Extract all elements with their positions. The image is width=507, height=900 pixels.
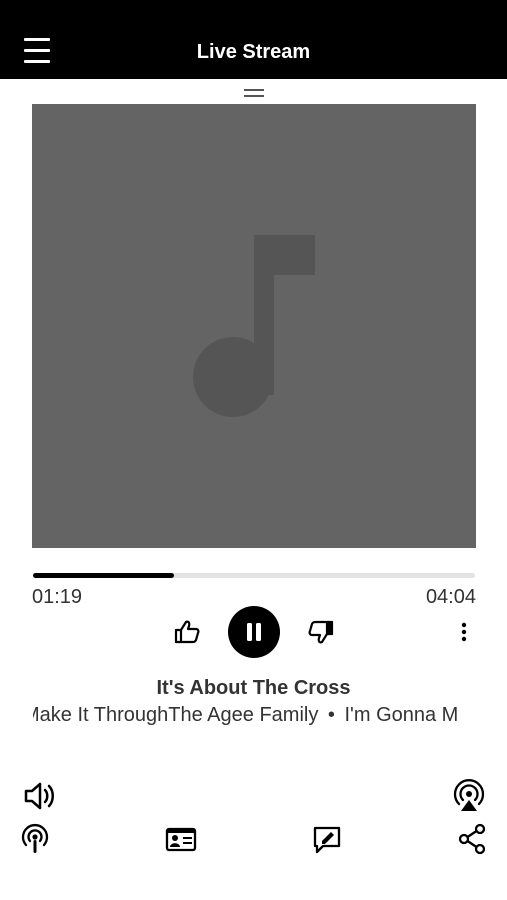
more-vertical-icon xyxy=(461,622,467,642)
thumbs-down-icon xyxy=(308,620,334,644)
marquee-text-2: The Agee Family xyxy=(168,704,319,726)
contact-card-button[interactable] xyxy=(164,822,198,856)
top-bar: Live Stream xyxy=(0,0,507,79)
song-title: It's About The Cross xyxy=(156,677,351,699)
album-artwork xyxy=(32,104,476,548)
progress-fill xyxy=(33,573,175,578)
thumbs-up-icon xyxy=(174,620,200,644)
airplay-button[interactable] xyxy=(452,779,486,813)
share-button[interactable] xyxy=(456,822,490,856)
pause-icon xyxy=(247,623,261,641)
total-time: 04:04 xyxy=(425,586,476,608)
pause-button[interactable] xyxy=(228,606,280,658)
music-note-icon xyxy=(193,235,315,417)
contact-card-icon xyxy=(165,827,197,852)
airplay-icon xyxy=(453,779,485,811)
track-info-marquee: Make It ThroughThe Agee Family • I'm Gon… xyxy=(33,704,476,730)
elapsed-time: 01:19 xyxy=(32,586,83,608)
drag-handle-icon[interactable] xyxy=(244,89,264,98)
edit-note-icon xyxy=(313,826,341,854)
like-button[interactable] xyxy=(173,618,201,646)
marquee-separator: • xyxy=(327,704,335,726)
dislike-button[interactable] xyxy=(307,618,335,646)
page-title: Live Stream xyxy=(196,41,311,63)
marquee-text-1: Make It Through xyxy=(33,704,169,726)
volume-icon xyxy=(24,782,54,810)
share-icon xyxy=(458,823,486,855)
podcast-button[interactable] xyxy=(18,822,52,856)
podcast-icon xyxy=(21,823,49,853)
volume-button[interactable] xyxy=(22,779,56,813)
progress-bar[interactable] xyxy=(33,573,475,578)
marquee-text-3: I'm Gonna M xyxy=(344,704,459,726)
feedback-button[interactable] xyxy=(310,822,344,856)
more-options-button[interactable] xyxy=(454,620,474,644)
